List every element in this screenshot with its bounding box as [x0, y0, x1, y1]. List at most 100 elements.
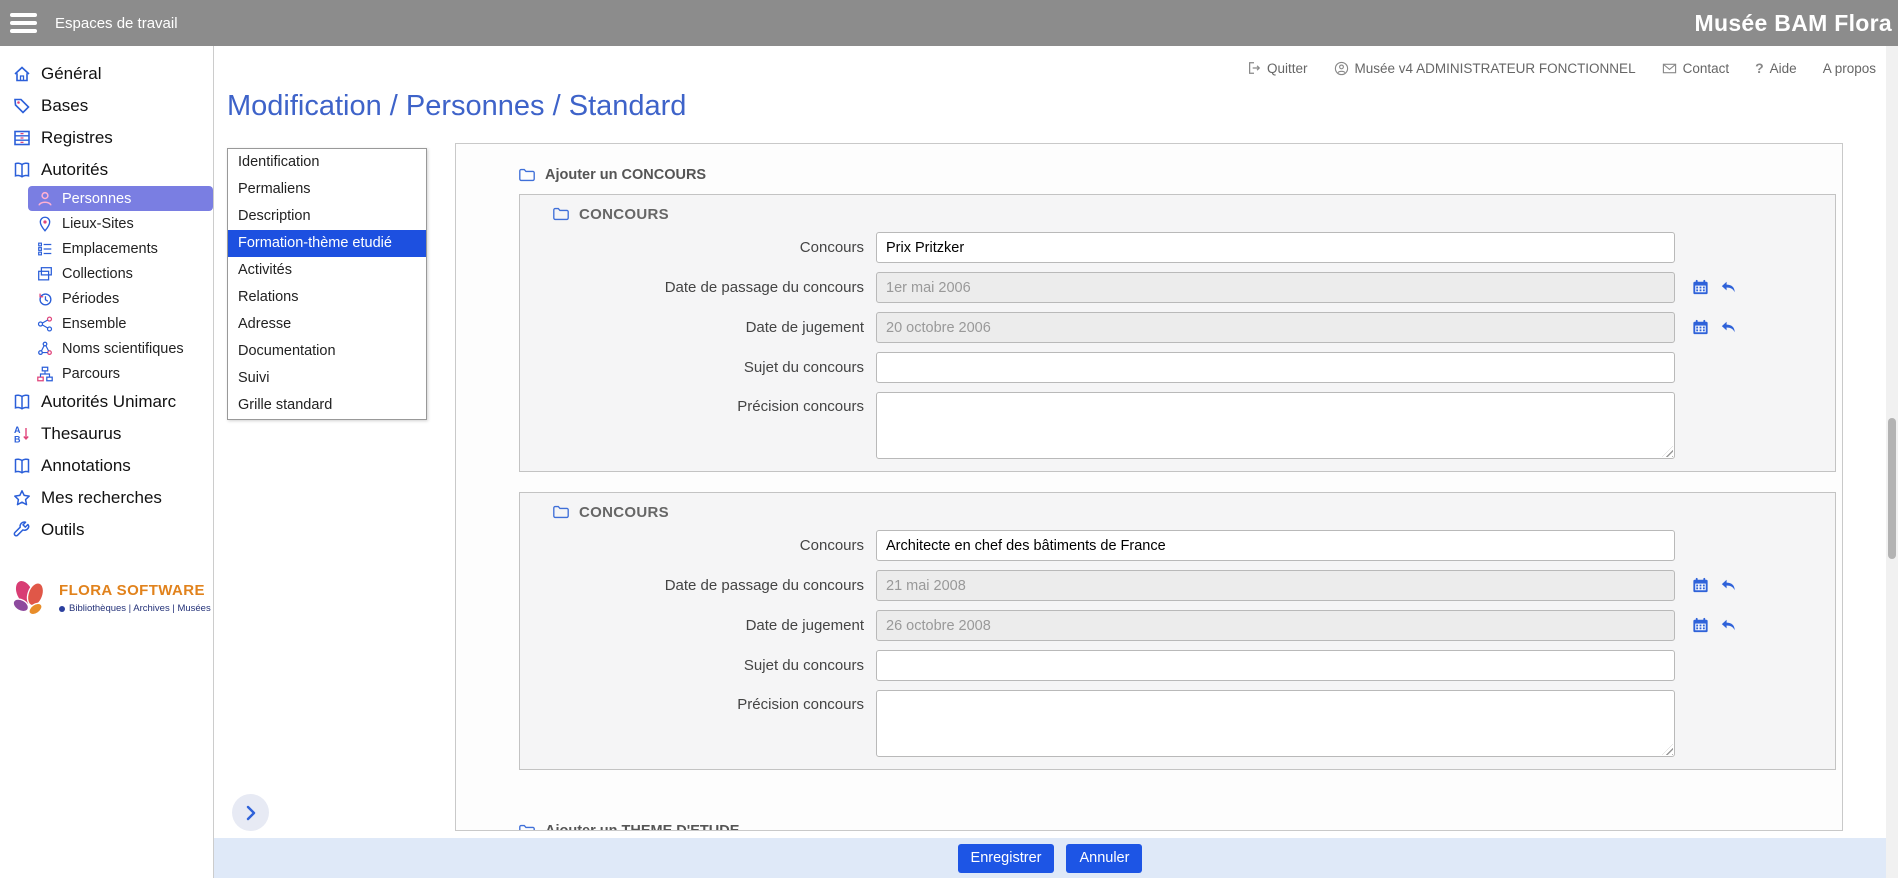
tab-activites[interactable]: Activités — [228, 257, 426, 284]
sidebar-item-autorites[interactable]: Autorités — [0, 154, 213, 186]
exit-icon — [1247, 61, 1261, 75]
sujet-concours-input[interactable] — [876, 650, 1675, 681]
aide-link[interactable]: ? Aide — [1755, 60, 1797, 76]
sidebar-item-label: Bases — [41, 96, 88, 116]
sidebar-item-noms-scientifiques[interactable]: Noms scientifiques — [0, 336, 213, 361]
folder-icon — [552, 503, 570, 521]
sidebar-item-emplacements[interactable]: Emplacements — [0, 236, 213, 261]
concours-section-2: CONCOURS Concours Date de passage du con… — [519, 492, 1836, 770]
form-tabs-menu: Identification Permaliens Description Fo… — [227, 148, 427, 420]
save-button[interactable]: Enregistrer — [958, 844, 1055, 873]
sidebar-item-label: Général — [41, 64, 101, 84]
person-icon — [36, 190, 54, 208]
user-account-link[interactable]: Musée v4 ADMINISTRATEUR FONCTIONNEL — [1334, 61, 1636, 76]
tab-formation-theme-etudie[interactable]: Formation-thème etudié — [228, 230, 426, 257]
sidebar-item-lieux-sites[interactable]: Lieux-Sites — [0, 211, 213, 236]
tab-permaliens[interactable]: Permaliens — [228, 176, 426, 203]
sidebar-item-general[interactable]: Général — [0, 58, 213, 90]
sujet-concours-input[interactable] — [876, 352, 1675, 383]
logo-title: FLORA SOFTWARE — [59, 582, 211, 599]
contact-link[interactable]: Contact — [1662, 61, 1730, 76]
nodes-icon — [36, 315, 54, 333]
form-field-row: Sujet du concours — [520, 650, 1835, 681]
hamburger-menu-icon[interactable] — [0, 13, 37, 33]
sidebar-item-outils[interactable]: Outils — [0, 514, 213, 546]
calendar-icon[interactable] — [1691, 318, 1710, 337]
sidebar-item-personnes[interactable]: Personnes — [28, 186, 213, 211]
concours-input[interactable] — [876, 530, 1675, 561]
sidebar-item-mes-recherches[interactable]: Mes recherches — [0, 482, 213, 514]
sidebar-item-periodes[interactable]: Périodes — [0, 286, 213, 311]
form-field-row: Date de jugement — [520, 610, 1835, 641]
sidebar-item-collections[interactable]: Collections — [0, 261, 213, 286]
star-icon — [12, 488, 32, 508]
tab-grille-standard[interactable]: Grille standard — [228, 392, 426, 419]
app-title: Musée BAM Flora — [1695, 10, 1898, 37]
precision-concours-textarea[interactable] — [876, 392, 1675, 459]
sidebar-item-label: Parcours — [62, 366, 120, 382]
expand-panel-button[interactable] — [232, 794, 269, 831]
tab-adresse[interactable]: Adresse — [228, 311, 426, 338]
concours-section-1: CONCOURS Concours Date de passage du con… — [519, 194, 1836, 472]
molecule-icon — [36, 340, 54, 358]
drawer-icon — [12, 128, 32, 148]
sidebar-item-label: Annotations — [41, 456, 131, 476]
collections-icon — [36, 265, 54, 283]
sidebar-item-annotations[interactable]: Annotations — [0, 450, 213, 482]
tab-relations[interactable]: Relations — [228, 284, 426, 311]
tab-description[interactable]: Description — [228, 203, 426, 230]
folder-icon — [518, 822, 536, 831]
sidebar-item-bases[interactable]: Bases — [0, 90, 213, 122]
sidebar-item-thesaurus[interactable]: AB Thesaurus — [0, 418, 213, 450]
app-shell: Général Bases Registres Autorités Person… — [0, 46, 1898, 878]
header-links: Quitter Musée v4 ADMINISTRATEUR FONCTION… — [1247, 60, 1876, 76]
date-passage-input — [876, 570, 1675, 601]
book-icon — [12, 456, 32, 476]
sidebar-item-label: Ensemble — [62, 316, 126, 332]
undo-icon[interactable] — [1719, 616, 1738, 635]
cancel-button[interactable]: Annuler — [1066, 844, 1142, 873]
vertical-scrollbar[interactable] — [1886, 46, 1898, 878]
scrollbar-thumb[interactable] — [1888, 418, 1896, 559]
history-icon — [36, 290, 54, 308]
precision-concours-textarea[interactable] — [876, 690, 1675, 757]
calendar-icon[interactable] — [1691, 576, 1710, 595]
sidebar-item-label: Thesaurus — [41, 424, 121, 444]
chevron-right-icon — [241, 803, 261, 823]
form-field-row: Concours — [520, 530, 1835, 561]
concours-input[interactable] — [876, 232, 1675, 263]
apropos-link[interactable]: A propos — [1823, 61, 1876, 76]
sidebar-item-autorites-unimarc[interactable]: Autorités Unimarc — [0, 386, 213, 418]
form-field-row: Précision concours — [520, 392, 1835, 459]
workspace-label[interactable]: Espaces de travail — [55, 15, 178, 32]
tab-suivi[interactable]: Suivi — [228, 365, 426, 392]
calendar-icon[interactable] — [1691, 616, 1710, 635]
form-field-row: Date de passage du concours — [520, 570, 1835, 601]
add-theme-etude-header[interactable]: Ajouter un THEME D'ETUDE — [518, 822, 1842, 831]
undo-icon[interactable] — [1719, 278, 1738, 297]
sidebar-item-label: Emplacements — [62, 241, 158, 257]
help-icon: ? — [1755, 60, 1764, 76]
tag-icon — [12, 96, 32, 116]
add-concours-header[interactable]: Ajouter un CONCOURS — [518, 166, 1842, 184]
tab-documentation[interactable]: Documentation — [228, 338, 426, 365]
undo-icon[interactable] — [1719, 318, 1738, 337]
field-label: Sujet du concours — [520, 657, 876, 674]
sidebar-item-parcours[interactable]: Parcours — [0, 361, 213, 386]
form-field-row: Date de jugement — [520, 312, 1835, 343]
form-field-row: Précision concours — [520, 690, 1835, 757]
field-label: Date de jugement — [520, 319, 876, 336]
thesaurus-icon: AB — [12, 424, 32, 444]
form-field-row: Date de passage du concours — [520, 272, 1835, 303]
sitemap-icon — [36, 365, 54, 383]
undo-icon[interactable] — [1719, 576, 1738, 595]
tab-identification[interactable]: Identification — [228, 149, 426, 176]
sidebar-item-registres[interactable]: Registres — [0, 122, 213, 154]
calendar-icon[interactable] — [1691, 278, 1710, 297]
field-label: Date de passage du concours — [520, 279, 876, 296]
date-jugement-input — [876, 610, 1675, 641]
sidebar-item-ensemble[interactable]: Ensemble — [0, 311, 213, 336]
user-icon — [1334, 61, 1349, 76]
quitter-link[interactable]: Quitter — [1247, 61, 1308, 76]
field-label: Concours — [520, 537, 876, 554]
